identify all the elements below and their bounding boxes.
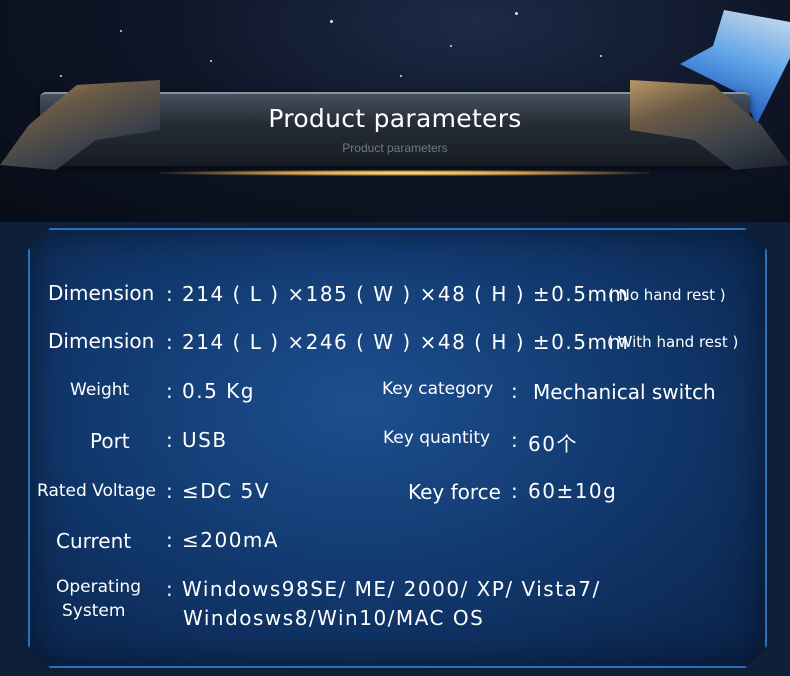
rated-voltage-colon: : <box>166 479 175 503</box>
os-label: System <box>62 601 126 621</box>
port-value: USB <box>182 428 228 452</box>
os-colon: : <box>166 577 175 601</box>
weight-colon: : <box>166 379 175 403</box>
dimension-note: ( With hand rest ) <box>607 333 739 351</box>
rated-voltage-value: ≤DC 5V <box>182 479 270 503</box>
port-label: Port <box>90 429 130 453</box>
star-decoration <box>450 45 452 47</box>
dimension-note: ( No hand rest ) <box>608 286 726 304</box>
os-value: Windows98SE/ ME/ 2000/ XP/ Vista7/ <box>182 577 601 601</box>
port-colon: : <box>166 428 175 452</box>
current-label: Current <box>56 529 132 553</box>
glow-divider <box>160 170 650 176</box>
star-decoration <box>120 30 122 32</box>
star-decoration <box>60 75 62 77</box>
weight-label: Weight <box>70 380 130 400</box>
key-quantity-colon: : <box>511 428 520 452</box>
rated-voltage-label: Rated Voltage <box>37 481 156 501</box>
current-value: ≤200mA <box>182 528 280 552</box>
key-category-colon: : <box>511 379 520 403</box>
os-label: Operating <box>56 577 141 597</box>
key-force-value: 60±10g <box>528 479 618 503</box>
key-force-colon: : <box>511 479 520 503</box>
key-quantity-value: 60个 <box>528 432 578 456</box>
star-decoration <box>400 75 402 77</box>
dimension-value: 214 ( L ) ×185 ( W ) ×48 ( H ) ±0.5mm <box>182 282 630 306</box>
star-decoration <box>330 20 333 23</box>
dimension-value: 214 ( L ) ×246 ( W ) ×48 ( H ) ±0.5mm <box>182 330 630 354</box>
os-value: Windosws8/Win10/MAC OS <box>183 606 485 630</box>
page-title: Product parameters <box>268 104 522 133</box>
header-banner: Product parameters Product parameters <box>0 0 790 222</box>
dimension-label: Dimension <box>48 329 155 353</box>
dimension-label: Dimension <box>48 281 155 305</box>
star-decoration <box>515 12 518 15</box>
star-decoration <box>600 55 602 57</box>
page-subtitle: Product parameters <box>342 141 448 155</box>
key-category-label: Key category <box>382 379 494 399</box>
dimension-colon: : <box>166 282 175 306</box>
key-force-label: Key force <box>408 480 501 504</box>
key-category-value: Mechanical switch <box>533 380 716 404</box>
weight-value: 0.5 Kg <box>182 379 255 403</box>
dimension-colon: : <box>166 330 175 354</box>
star-decoration <box>210 60 212 62</box>
current-colon: : <box>166 528 175 552</box>
key-quantity-label: Key quantity <box>383 428 491 448</box>
